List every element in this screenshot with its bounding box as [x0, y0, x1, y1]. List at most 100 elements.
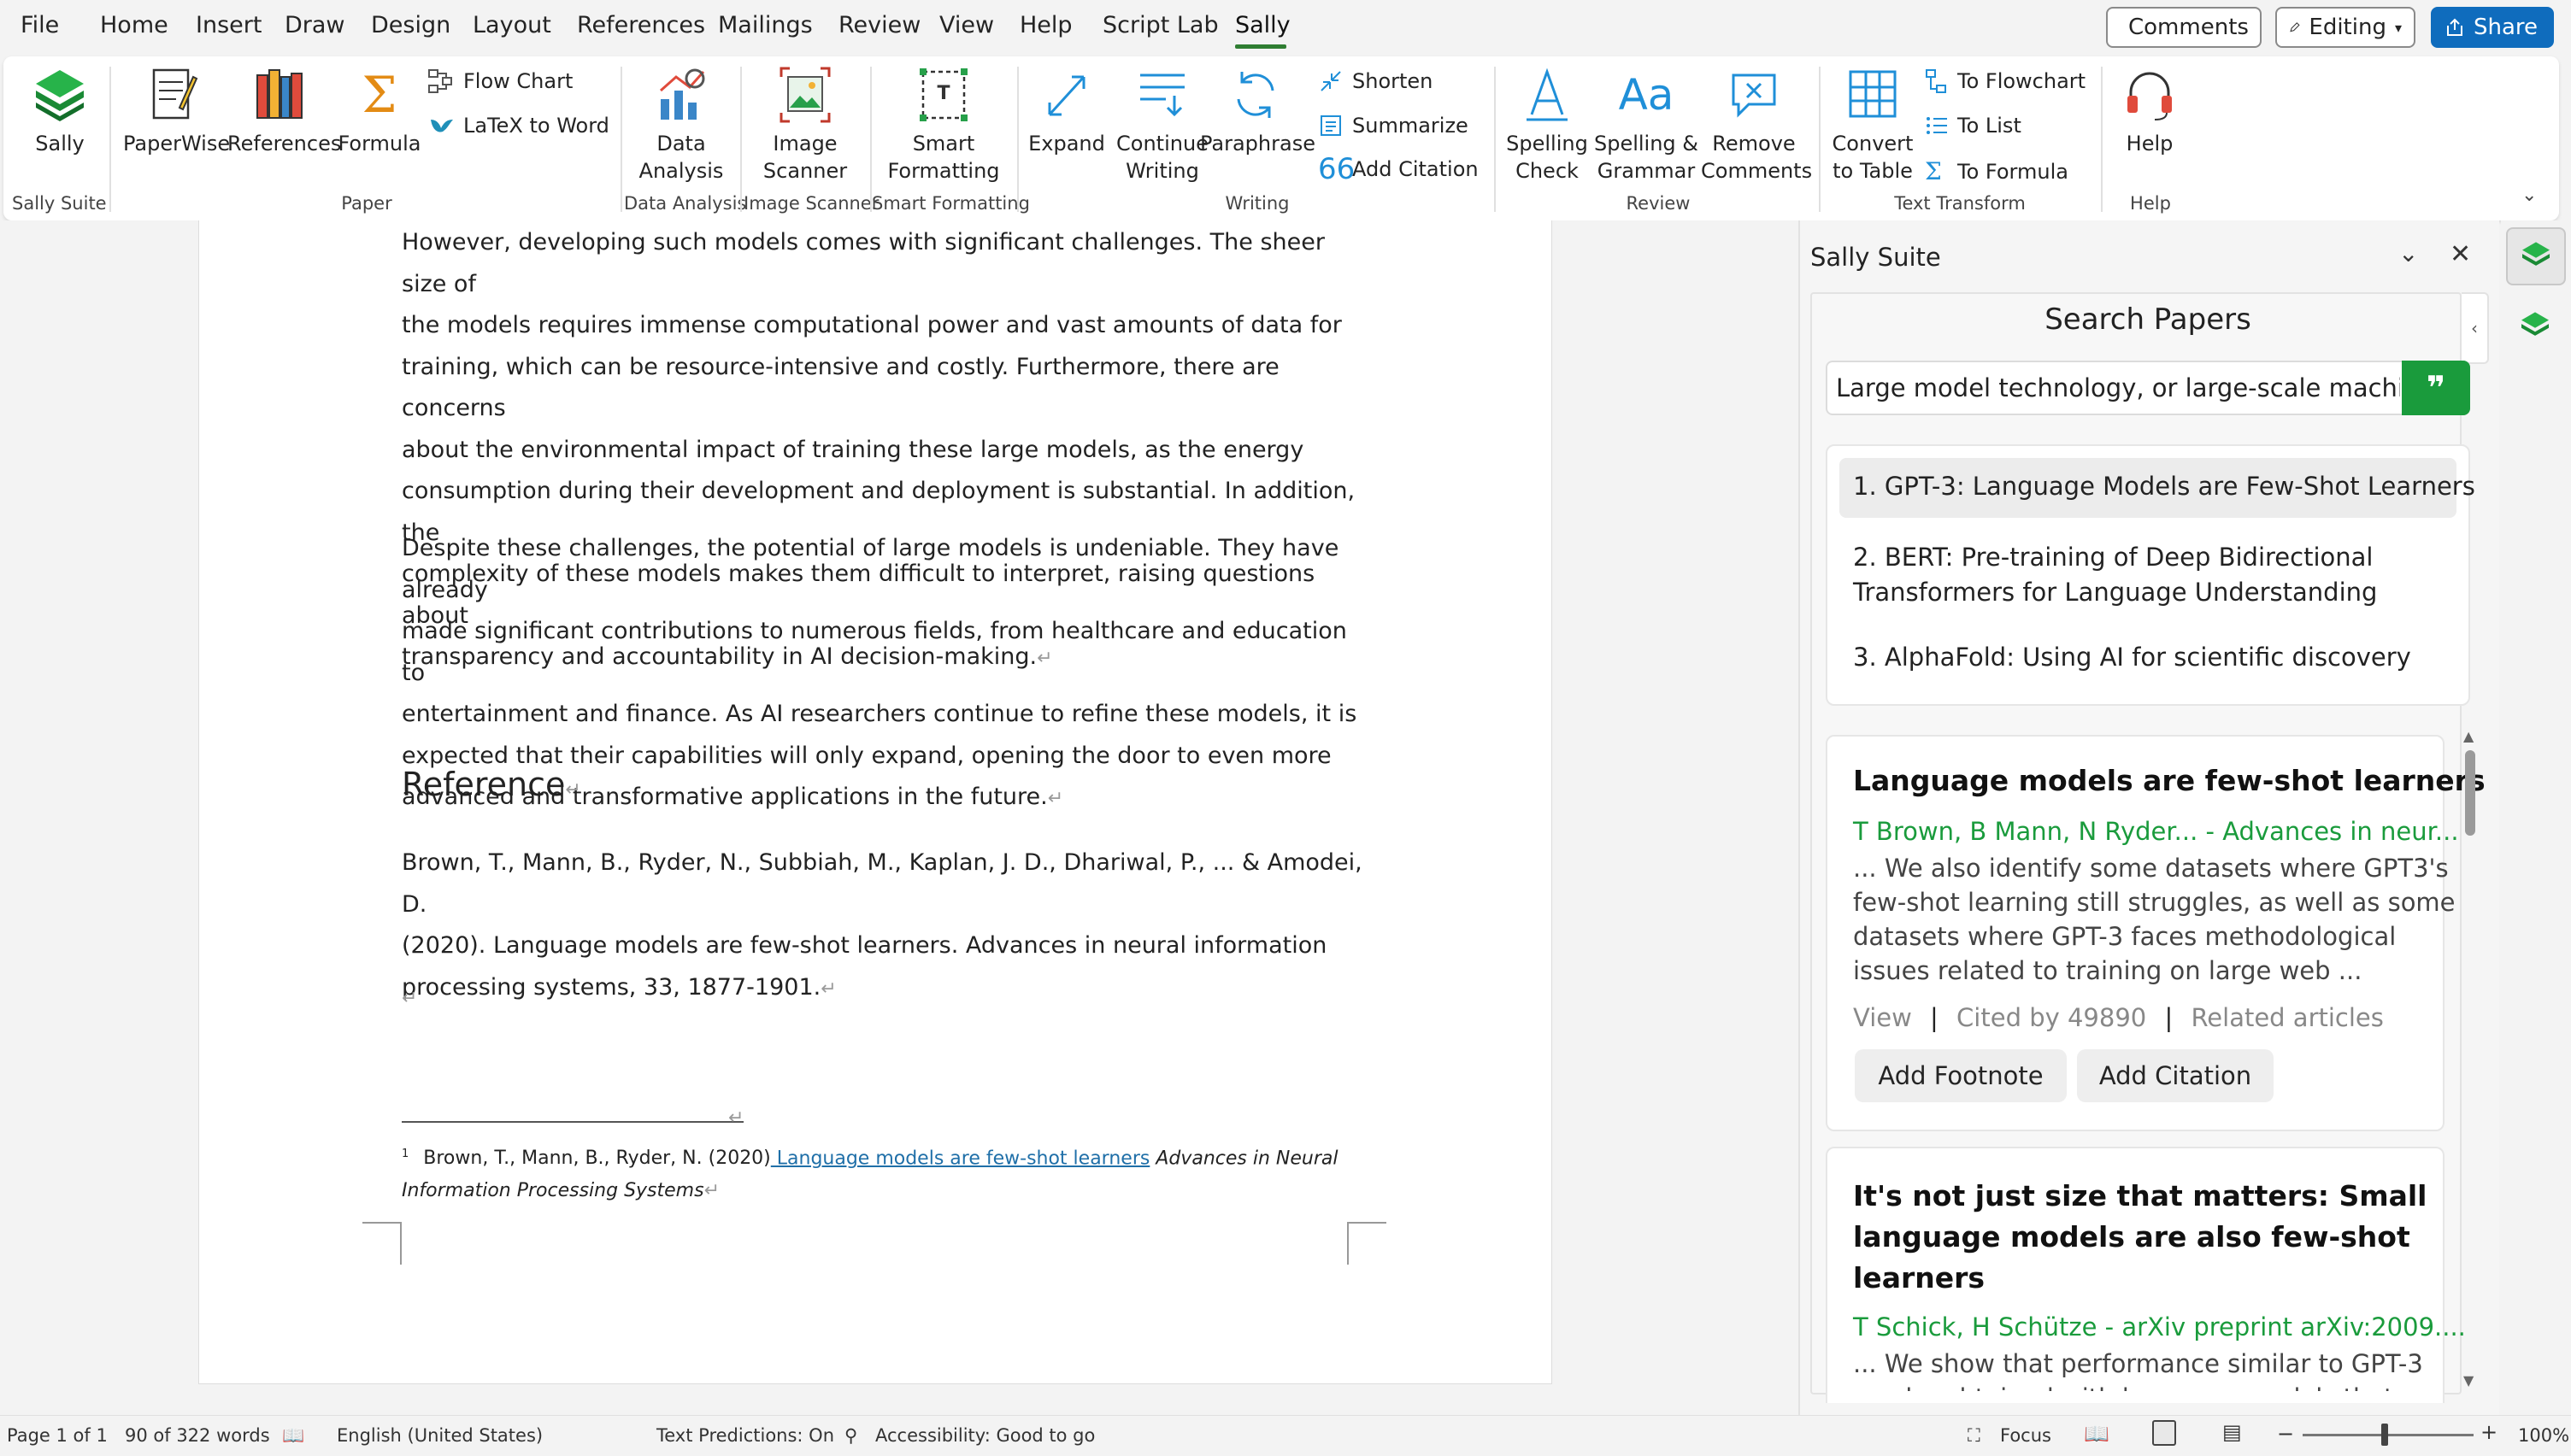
- spelling-grammar-button[interactable]: Aa Spelling & Grammar: [1593, 65, 1699, 185]
- word-count[interactable]: 90 of 322 words: [125, 1425, 270, 1446]
- ribbon-collapse-chevron-icon[interactable]: ⌄: [2521, 185, 2537, 206]
- data-analysis-icon: [660, 68, 705, 120]
- search-submit-button[interactable]: ❞: [2402, 361, 2470, 415]
- suggestion-item-3[interactable]: 3. AlphaFold: Using AI for scientific di…: [1853, 643, 2411, 672]
- related-articles-link[interactable]: Related articles: [2191, 1003, 2383, 1032]
- add-citation-label: Add Citation: [1352, 157, 1479, 181]
- menu-draw[interactable]: Draw: [285, 12, 345, 38]
- image-scanner-label-2: Scanner: [762, 159, 848, 183]
- footnote-link[interactable]: Language models are few-shot learners: [771, 1148, 1150, 1169]
- text-predictions-status[interactable]: Text Predictions: On: [656, 1425, 834, 1446]
- accessibility-icon[interactable]: ⚲: [844, 1425, 857, 1446]
- summarize-button[interactable]: Summarize: [1318, 113, 1468, 138]
- result-snippet: ... We show that performance similar to …: [1853, 1347, 2451, 1391]
- result-title[interactable]: It's not just size that matters: Small l…: [1853, 1176, 2427, 1299]
- menu-file[interactable]: File: [21, 12, 59, 38]
- print-layout-icon[interactable]: [2152, 1420, 2176, 1446]
- help-button[interactable]: Help: [2113, 65, 2186, 157]
- snippet-line: few-shot learning still struggles, as we…: [1853, 888, 2456, 917]
- formula-button[interactable]: Σ Formula: [337, 65, 422, 157]
- convert-table-label-1: Convert: [1832, 132, 1914, 156]
- to-list-button[interactable]: To List: [1925, 113, 2021, 138]
- zoom-slider-thumb[interactable]: [2381, 1424, 2388, 1446]
- close-icon[interactable]: ✕: [2450, 239, 2471, 269]
- remove-comments-icon: [1732, 73, 1776, 118]
- focus-label[interactable]: Focus: [2000, 1425, 2051, 1446]
- add-citation-button[interactable]: 66 Add Citation: [1318, 155, 1479, 184]
- result-authors[interactable]: T Brown, B Mann, N Ryder... - Advances i…: [1853, 817, 2459, 846]
- flow-chart-button[interactable]: Flow Chart: [427, 68, 573, 94]
- paperwise-label: PaperWise: [123, 132, 231, 156]
- data-analysis-button[interactable]: Data Analysis: [626, 65, 737, 185]
- paraphrase-button[interactable]: Paraphrase: [1200, 65, 1315, 157]
- expand-button[interactable]: Expand: [1026, 65, 1108, 157]
- reference-heading[interactable]: Reference↵: [402, 766, 581, 803]
- scroll-up-arrow-icon[interactable]: ▲: [2463, 728, 2474, 744]
- side-rail-sally-secondary-button[interactable]: [2518, 309, 2552, 347]
- latex-to-word-button[interactable]: LaTeX to Word: [427, 113, 609, 138]
- comments-button[interactable]: Comments: [2106, 7, 2262, 48]
- smart-formatting-button[interactable]: T Smart Formatting: [875, 65, 1012, 185]
- menu-design[interactable]: Design: [371, 12, 450, 38]
- share-button[interactable]: Share: [2431, 7, 2554, 48]
- result-authors[interactable]: T Schick, H Schütze - arXiv preprint arX…: [1853, 1312, 2466, 1342]
- data-analysis-label-1: Data: [656, 132, 706, 156]
- panel-scrollbar-thumb[interactable]: [2465, 750, 2475, 836]
- menu-mailings[interactable]: Mailings: [718, 12, 813, 38]
- read-mode-icon[interactable]: 📖: [2084, 1422, 2109, 1446]
- menu-review[interactable]: Review: [838, 12, 921, 38]
- footnote[interactable]: 1 Brown, T., Mann, B., Ryder, N. (2020) …: [402, 1138, 1376, 1207]
- share-label: Share: [2474, 15, 2539, 40]
- suggestion-text-line: Transformers for Language Understanding: [1853, 578, 2378, 607]
- paperwise-button[interactable]: PaperWise: [123, 65, 231, 157]
- menu-script-lab[interactable]: Script Lab: [1103, 12, 1219, 38]
- menu-view[interactable]: View: [939, 12, 994, 38]
- menu-home[interactable]: Home: [100, 12, 168, 38]
- add-citation-result-button[interactable]: Add Citation: [2077, 1049, 2274, 1102]
- sally-button[interactable]: Sally: [19, 65, 101, 157]
- result-title[interactable]: Language models are few-shot learners: [1853, 764, 2486, 797]
- page-corner-mark: [362, 1222, 402, 1265]
- menu-help[interactable]: Help: [1020, 12, 1073, 38]
- search-input[interactable]: [1836, 367, 2400, 408]
- continue-writing-button[interactable]: Continue Writing: [1111, 65, 1214, 185]
- menu-insert[interactable]: Insert: [196, 12, 262, 38]
- to-formula-button[interactable]: Σ To Formula: [1925, 157, 2068, 185]
- menu-sally[interactable]: Sally: [1235, 12, 1291, 38]
- continue-writing-label-1: Continue: [1116, 132, 1209, 156]
- panel-collapse-chevron-icon[interactable]: ⌄: [2398, 239, 2418, 267]
- convert-to-table-button[interactable]: Convert to Table: [1826, 65, 1920, 185]
- shorten-button[interactable]: Shorten: [1318, 68, 1433, 94]
- cited-by-link[interactable]: Cited by 49890: [1956, 1003, 2146, 1032]
- page-count[interactable]: Page 1 of 1: [7, 1425, 108, 1446]
- reference-entry[interactable]: Brown, T., Mann, B., Ryder, N., Subbiah,…: [402, 842, 1376, 1010]
- focus-icon[interactable]: ⛶: [1968, 1425, 1980, 1447]
- formula-label: Formula: [338, 132, 421, 156]
- zoom-in-icon[interactable]: +: [2480, 1420, 2497, 1444]
- snippet-line: datasets where GPT-3 faces methodologica…: [1853, 922, 2397, 951]
- remove-comments-button[interactable]: Remove Comments: [1701, 65, 1812, 185]
- suggestion-item-1[interactable]: 1. GPT-3: Language Models are Few-Shot L…: [1853, 472, 2475, 501]
- image-scanner-button[interactable]: Image Scanner: [745, 65, 865, 185]
- web-layout-icon[interactable]: ▤: [2222, 1420, 2242, 1444]
- language-status[interactable]: English (United States): [337, 1425, 543, 1446]
- editing-mode-button[interactable]: Editing ▾: [2275, 7, 2415, 48]
- view-link[interactable]: View: [1853, 1003, 1912, 1032]
- spelling-check-button[interactable]: Spelling Check: [1504, 65, 1590, 185]
- to-flowchart-button[interactable]: To Flowchart: [1925, 68, 2086, 94]
- zoom-out-icon[interactable]: −: [2277, 1422, 2294, 1446]
- scroll-down-arrow-icon[interactable]: ▼: [2463, 1372, 2474, 1388]
- add-footnote-button[interactable]: Add Footnote: [1855, 1049, 2067, 1102]
- convert-table-label-2: to Table: [1833, 159, 1913, 183]
- suggestion-item-2[interactable]: 2. BERT: Pre-training of Deep Bidirectio…: [1853, 540, 2377, 610]
- accessibility-status[interactable]: Accessibility: Good to go: [875, 1425, 1095, 1446]
- menu-layout[interactable]: Layout: [473, 12, 551, 38]
- zoom-level[interactable]: 100%: [2518, 1425, 2569, 1446]
- references-button[interactable]: References: [227, 65, 341, 157]
- menu-references[interactable]: References: [577, 12, 705, 38]
- zoom-slider-track[interactable]: [2303, 1434, 2474, 1436]
- ribbon: Sally Sally Suite PaperWise References Σ…: [3, 56, 2559, 220]
- spelling-check-icon: [1527, 68, 1568, 121]
- side-rail-sally-button[interactable]: [2506, 227, 2566, 285]
- proofing-book-icon[interactable]: 📖: [282, 1425, 304, 1447]
